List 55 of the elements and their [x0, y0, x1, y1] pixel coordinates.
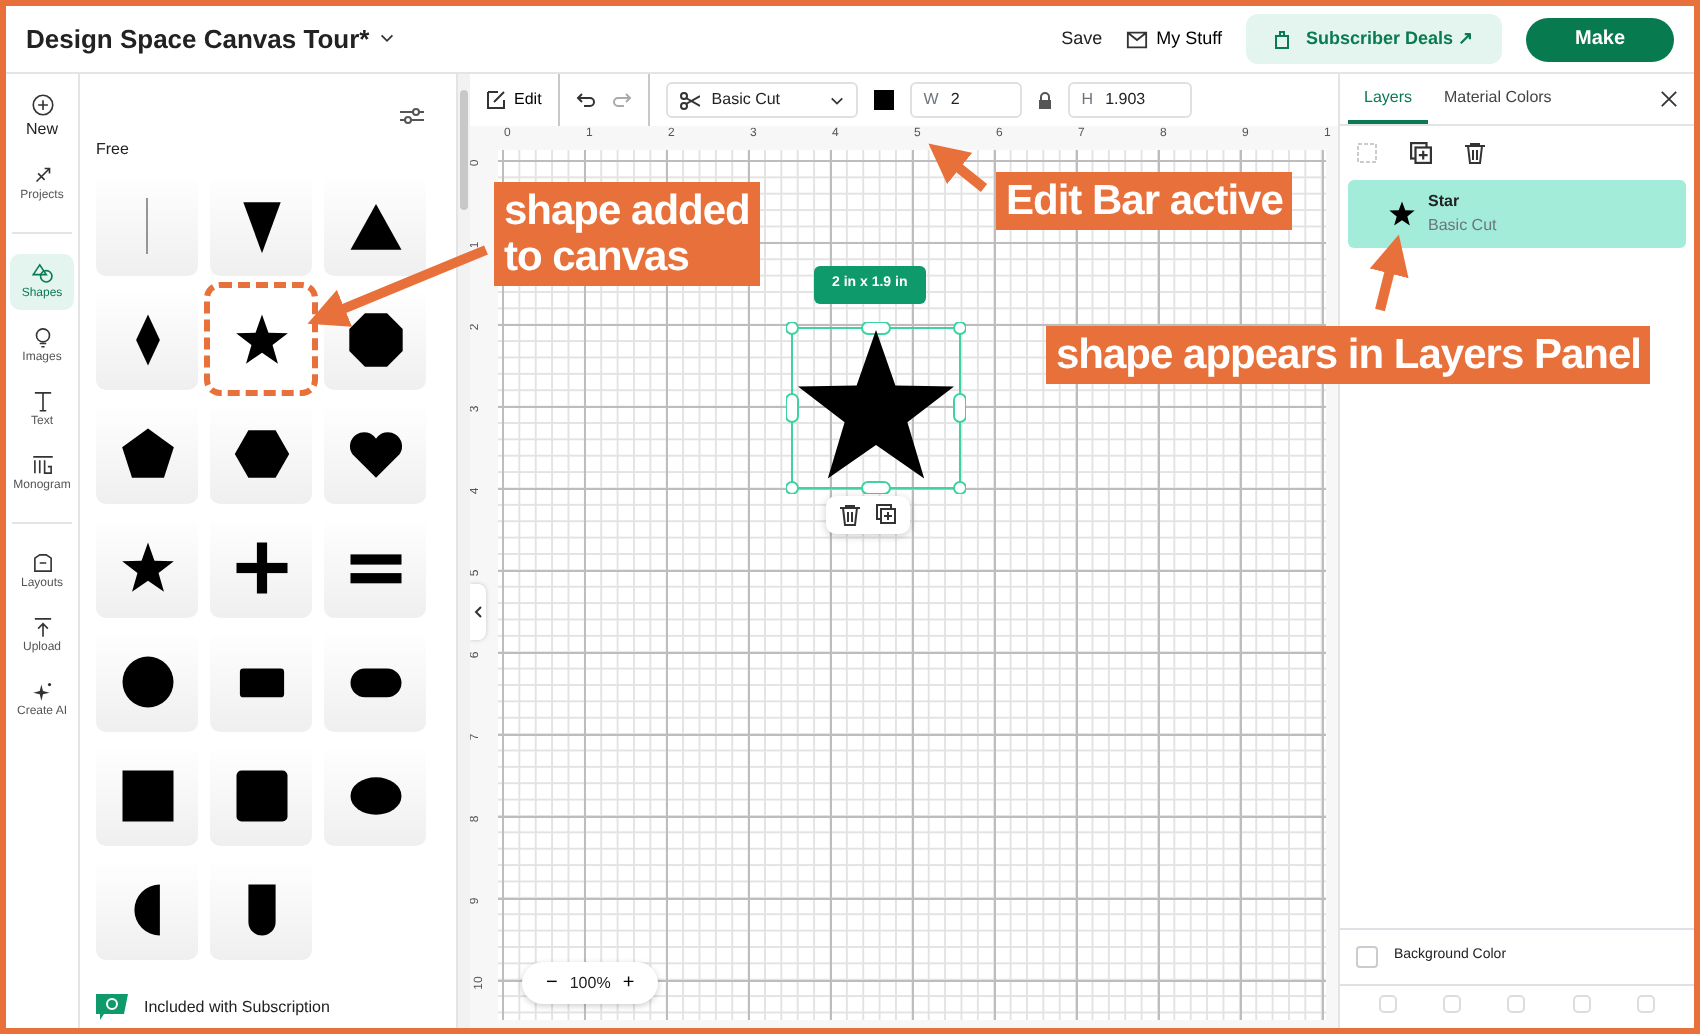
- edit-button[interactable]: Edit: [486, 88, 542, 112]
- trash-icon[interactable]: [1464, 142, 1486, 164]
- shape-tile[interactable]: [210, 288, 312, 390]
- subscription-note: Included with Subscription: [144, 995, 330, 1019]
- nav-icon: [29, 388, 55, 414]
- project-title: Design Space Canvas Tour*: [26, 21, 370, 58]
- zoom-level: 100%: [569, 971, 611, 995]
- chevron-left-icon: [474, 606, 482, 618]
- nav-icon: [29, 452, 55, 478]
- selection-box[interactable]: [786, 322, 966, 494]
- make-button[interactable]: Make: [1526, 17, 1674, 61]
- duplicate-icon[interactable]: [876, 504, 896, 524]
- panel-tab[interactable]: Layers: [1348, 74, 1429, 124]
- nav-item[interactable]: New: [10, 86, 74, 148]
- panel-tab[interactable]: Material Colors: [1428, 74, 1568, 124]
- callout-label: Edit Bar active: [996, 172, 1293, 230]
- layer-name: Star: [1428, 190, 1462, 214]
- plus-icon: [29, 92, 55, 118]
- filter-icon[interactable]: [400, 106, 424, 126]
- layer-operation: Basic Cut: [1428, 214, 1497, 238]
- close-icon[interactable]: [1660, 90, 1678, 108]
- trash-icon[interactable]: [840, 504, 860, 526]
- callout-label: shape appears in Layers Panel: [1046, 326, 1651, 384]
- color-swatch[interactable]: [873, 90, 894, 110]
- scissors-icon: [679, 91, 700, 109]
- nav-icon: [29, 260, 55, 286]
- chevron-down-icon: [829, 95, 844, 105]
- chevron-down-icon[interactable]: [377, 30, 396, 48]
- callout-arrow: [1369, 234, 1409, 312]
- save-link[interactable]: Save: [1061, 25, 1103, 53]
- undo-icon[interactable]: [575, 92, 596, 108]
- duplicate-icon[interactable]: [1410, 142, 1432, 164]
- envelope-icon: [1126, 29, 1149, 49]
- pencil-icon: [486, 90, 506, 110]
- width-field[interactable]: W 2: [909, 82, 1022, 118]
- layer-row[interactable]: Star Basic Cut: [1348, 180, 1686, 248]
- zoom-out-button[interactable]: −: [546, 968, 558, 998]
- my-stuff-button[interactable]: My Stuff: [1126, 25, 1222, 53]
- nav-icon: [29, 614, 55, 640]
- bag-icon: [1273, 29, 1290, 49]
- nav-icon: [29, 550, 55, 576]
- callout-arrow: [928, 143, 988, 192]
- section-heading: Free: [96, 138, 131, 162]
- subscription-badge-icon: [96, 994, 128, 1020]
- star-icon: [1388, 200, 1416, 228]
- subscriber-deals-button[interactable]: Subscriber Deals ↗: [1245, 13, 1502, 65]
- operation-dropdown[interactable]: Basic Cut: [665, 82, 858, 118]
- checkbox[interactable]: [1356, 946, 1378, 968]
- star-shape[interactable]: [798, 330, 954, 479]
- callout-label: shape added to canvas: [494, 182, 760, 286]
- zoom-in-button[interactable]: +: [622, 968, 635, 998]
- nav-icon: [29, 678, 55, 704]
- lock-icon[interactable]: [1037, 91, 1052, 109]
- collapse-tab[interactable]: [470, 584, 486, 640]
- height-field[interactable]: H 1.903: [1067, 82, 1192, 118]
